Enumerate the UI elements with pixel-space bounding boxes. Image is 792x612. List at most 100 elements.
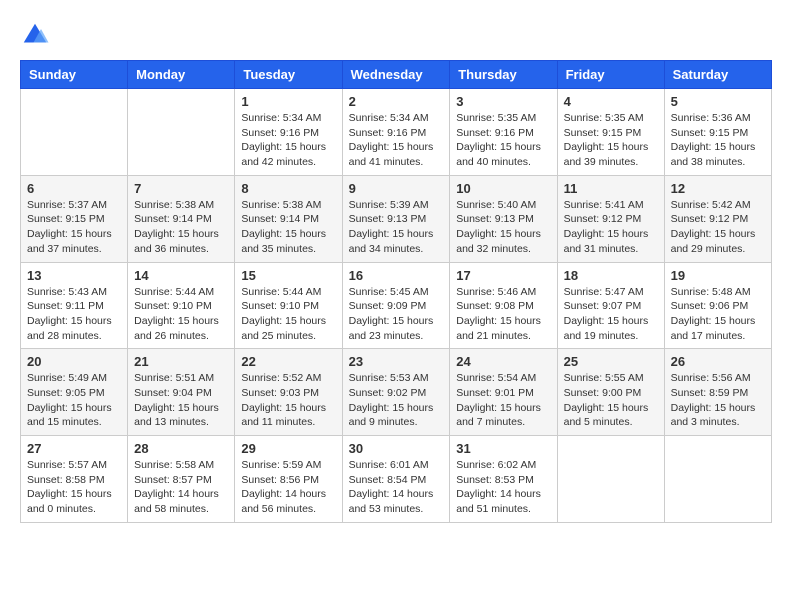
cell-content: Sunrise: 5:41 AMSunset: 9:12 PMDaylight:… bbox=[564, 199, 649, 255]
calendar-cell: 23 Sunrise: 5:53 AMSunset: 9:02 PMDayligh… bbox=[342, 349, 450, 436]
calendar-week-row: 20 Sunrise: 5:49 AMSunset: 9:05 PMDayligh… bbox=[21, 349, 772, 436]
cell-content: Sunrise: 5:36 AMSunset: 9:15 PMDaylight:… bbox=[671, 112, 756, 168]
weekday-header-cell: Wednesday bbox=[342, 61, 450, 89]
cell-content: Sunrise: 5:53 AMSunset: 9:02 PMDaylight:… bbox=[349, 372, 434, 428]
cell-content: Sunrise: 5:51 AMSunset: 9:04 PMDaylight:… bbox=[134, 372, 219, 428]
day-number: 9 bbox=[349, 181, 444, 196]
day-number: 31 bbox=[456, 441, 550, 456]
calendar-cell: 25Sunrise: 5:55 AMSunset: 9:00 PMDayligh… bbox=[557, 349, 664, 436]
calendar-cell: 28 Sunrise: 5:58 AMSunset: 8:57 PMDayligh… bbox=[128, 436, 235, 523]
calendar-cell: 19 Sunrise: 5:48 AMSunset: 9:06 PMDayligh… bbox=[664, 262, 771, 349]
day-number: 25 bbox=[564, 354, 658, 369]
day-number: 5 bbox=[671, 94, 765, 109]
cell-content: Sunrise: 5:43 AMSunset: 9:11 PMDaylight:… bbox=[27, 286, 112, 342]
calendar-cell: 15Sunrise: 5:44 AMSunset: 9:10 PMDayligh… bbox=[235, 262, 342, 349]
calendar-cell: 8 Sunrise: 5:38 AMSunset: 9:14 PMDaylight… bbox=[235, 175, 342, 262]
calendar-cell: 5 Sunrise: 5:36 AMSunset: 9:15 PMDaylight… bbox=[664, 89, 771, 176]
cell-content: Sunrise: 6:02 AMSunset: 8:53 PMDaylight:… bbox=[456, 459, 541, 515]
cell-content: Sunrise: 5:56 AMSunset: 8:59 PMDaylight:… bbox=[671, 372, 756, 428]
cell-content: Sunrise: 5:54 AMSunset: 9:01 PMDaylight:… bbox=[456, 372, 541, 428]
day-number: 23 bbox=[349, 354, 444, 369]
weekday-header-cell: Sunday bbox=[21, 61, 128, 89]
logo-icon bbox=[20, 20, 50, 50]
cell-content: Sunrise: 6:01 AMSunset: 8:54 PMDaylight:… bbox=[349, 459, 434, 515]
weekday-header-cell: Saturday bbox=[664, 61, 771, 89]
cell-content: Sunrise: 5:46 AMSunset: 9:08 PMDaylight:… bbox=[456, 286, 541, 342]
calendar-week-row: 27 Sunrise: 5:57 AMSunset: 8:58 PMDayligh… bbox=[21, 436, 772, 523]
day-number: 4 bbox=[564, 94, 658, 109]
calendar-cell: 20 Sunrise: 5:49 AMSunset: 9:05 PMDayligh… bbox=[21, 349, 128, 436]
day-number: 7 bbox=[134, 181, 228, 196]
day-number: 17 bbox=[456, 268, 550, 283]
cell-content: Sunrise: 5:52 AMSunset: 9:03 PMDaylight:… bbox=[241, 372, 326, 428]
cell-content: Sunrise: 5:58 AMSunset: 8:57 PMDaylight:… bbox=[134, 459, 219, 515]
calendar-cell: 21 Sunrise: 5:51 AMSunset: 9:04 PMDayligh… bbox=[128, 349, 235, 436]
day-number: 11 bbox=[564, 181, 658, 196]
cell-content: Sunrise: 5:38 AMSunset: 9:14 PMDaylight:… bbox=[134, 199, 219, 255]
day-number: 22 bbox=[241, 354, 335, 369]
day-number: 28 bbox=[134, 441, 228, 456]
calendar-cell: 10 Sunrise: 5:40 AMSunset: 9:13 PMDayligh… bbox=[450, 175, 557, 262]
calendar-cell: 17 Sunrise: 5:46 AMSunset: 9:08 PMDayligh… bbox=[450, 262, 557, 349]
calendar-cell: 6 Sunrise: 5:37 AMSunset: 9:15 PMDaylight… bbox=[21, 175, 128, 262]
day-number: 29 bbox=[241, 441, 335, 456]
calendar-cell: 4 Sunrise: 5:35 AMSunset: 9:15 PMDaylight… bbox=[557, 89, 664, 176]
weekday-header-cell: Tuesday bbox=[235, 61, 342, 89]
calendar-cell: 11 Sunrise: 5:41 AMSunset: 9:12 PMDayligh… bbox=[557, 175, 664, 262]
weekday-header-cell: Thursday bbox=[450, 61, 557, 89]
calendar-cell: 16Sunrise: 5:45 AMSunset: 9:09 PMDayligh… bbox=[342, 262, 450, 349]
calendar-cell: 7 Sunrise: 5:38 AMSunset: 9:14 PMDaylight… bbox=[128, 175, 235, 262]
calendar-cell: 29 Sunrise: 5:59 AMSunset: 8:56 PMDayligh… bbox=[235, 436, 342, 523]
cell-content: Sunrise: 5:35 AMSunset: 9:15 PMDaylight:… bbox=[564, 112, 649, 168]
day-number: 15 bbox=[241, 268, 335, 283]
day-number: 6 bbox=[27, 181, 121, 196]
calendar-cell bbox=[128, 89, 235, 176]
day-number: 1 bbox=[241, 94, 335, 109]
calendar-cell: 26 Sunrise: 5:56 AMSunset: 8:59 PMDayligh… bbox=[664, 349, 771, 436]
calendar-cell: 18 Sunrise: 5:47 AMSunset: 9:07 PMDayligh… bbox=[557, 262, 664, 349]
header bbox=[20, 20, 772, 50]
day-number: 12 bbox=[671, 181, 765, 196]
cell-content: Sunrise: 5:40 AMSunset: 9:13 PMDaylight:… bbox=[456, 199, 541, 255]
cell-content: Sunrise: 5:59 AMSunset: 8:56 PMDaylight:… bbox=[241, 459, 326, 515]
calendar-cell: 27 Sunrise: 5:57 AMSunset: 8:58 PMDayligh… bbox=[21, 436, 128, 523]
day-number: 19 bbox=[671, 268, 765, 283]
cell-content: Sunrise: 5:37 AMSunset: 9:15 PMDaylight:… bbox=[27, 199, 112, 255]
day-number: 26 bbox=[671, 354, 765, 369]
calendar-cell: 1 Sunrise: 5:34 AMSunset: 9:16 PMDaylight… bbox=[235, 89, 342, 176]
calendar-cell: 22 Sunrise: 5:52 AMSunset: 9:03 PMDayligh… bbox=[235, 349, 342, 436]
day-number: 13 bbox=[27, 268, 121, 283]
day-number: 8 bbox=[241, 181, 335, 196]
day-number: 2 bbox=[349, 94, 444, 109]
cell-content: Sunrise: 5:45 AMSunset: 9:09 PMDaylight:… bbox=[349, 286, 434, 342]
logo bbox=[20, 20, 54, 50]
calendar-cell bbox=[664, 436, 771, 523]
calendar-cell: 3Sunrise: 5:35 AMSunset: 9:16 PMDaylight… bbox=[450, 89, 557, 176]
cell-content: Sunrise: 5:38 AMSunset: 9:14 PMDaylight:… bbox=[241, 199, 326, 255]
weekday-header-row: SundayMondayTuesdayWednesdayThursdayFrid… bbox=[21, 61, 772, 89]
calendar-week-row: 1 Sunrise: 5:34 AMSunset: 9:16 PMDaylight… bbox=[21, 89, 772, 176]
calendar-cell: 24 Sunrise: 5:54 AMSunset: 9:01 PMDayligh… bbox=[450, 349, 557, 436]
calendar-cell: 9Sunrise: 5:39 AMSunset: 9:13 PMDaylight… bbox=[342, 175, 450, 262]
calendar-cell bbox=[557, 436, 664, 523]
day-number: 20 bbox=[27, 354, 121, 369]
calendar-body: 1 Sunrise: 5:34 AMSunset: 9:16 PMDaylight… bbox=[21, 89, 772, 523]
calendar-cell bbox=[21, 89, 128, 176]
cell-content: Sunrise: 5:47 AMSunset: 9:07 PMDaylight:… bbox=[564, 286, 649, 342]
calendar-cell: 2 Sunrise: 5:34 AMSunset: 9:16 PMDaylight… bbox=[342, 89, 450, 176]
calendar-week-row: 6 Sunrise: 5:37 AMSunset: 9:15 PMDaylight… bbox=[21, 175, 772, 262]
day-number: 21 bbox=[134, 354, 228, 369]
weekday-header-cell: Friday bbox=[557, 61, 664, 89]
day-number: 30 bbox=[349, 441, 444, 456]
day-number: 18 bbox=[564, 268, 658, 283]
day-number: 27 bbox=[27, 441, 121, 456]
cell-content: Sunrise: 5:34 AMSunset: 9:16 PMDaylight:… bbox=[241, 112, 326, 168]
cell-content: Sunrise: 5:34 AMSunset: 9:16 PMDaylight:… bbox=[349, 112, 434, 168]
day-number: 24 bbox=[456, 354, 550, 369]
cell-content: Sunrise: 5:57 AMSunset: 8:58 PMDaylight:… bbox=[27, 459, 112, 515]
calendar-week-row: 13 Sunrise: 5:43 AMSunset: 9:11 PMDayligh… bbox=[21, 262, 772, 349]
cell-content: Sunrise: 5:48 AMSunset: 9:06 PMDaylight:… bbox=[671, 286, 756, 342]
cell-content: Sunrise: 5:49 AMSunset: 9:05 PMDaylight:… bbox=[27, 372, 112, 428]
cell-content: Sunrise: 5:35 AMSunset: 9:16 PMDaylight:… bbox=[456, 112, 541, 168]
day-number: 10 bbox=[456, 181, 550, 196]
